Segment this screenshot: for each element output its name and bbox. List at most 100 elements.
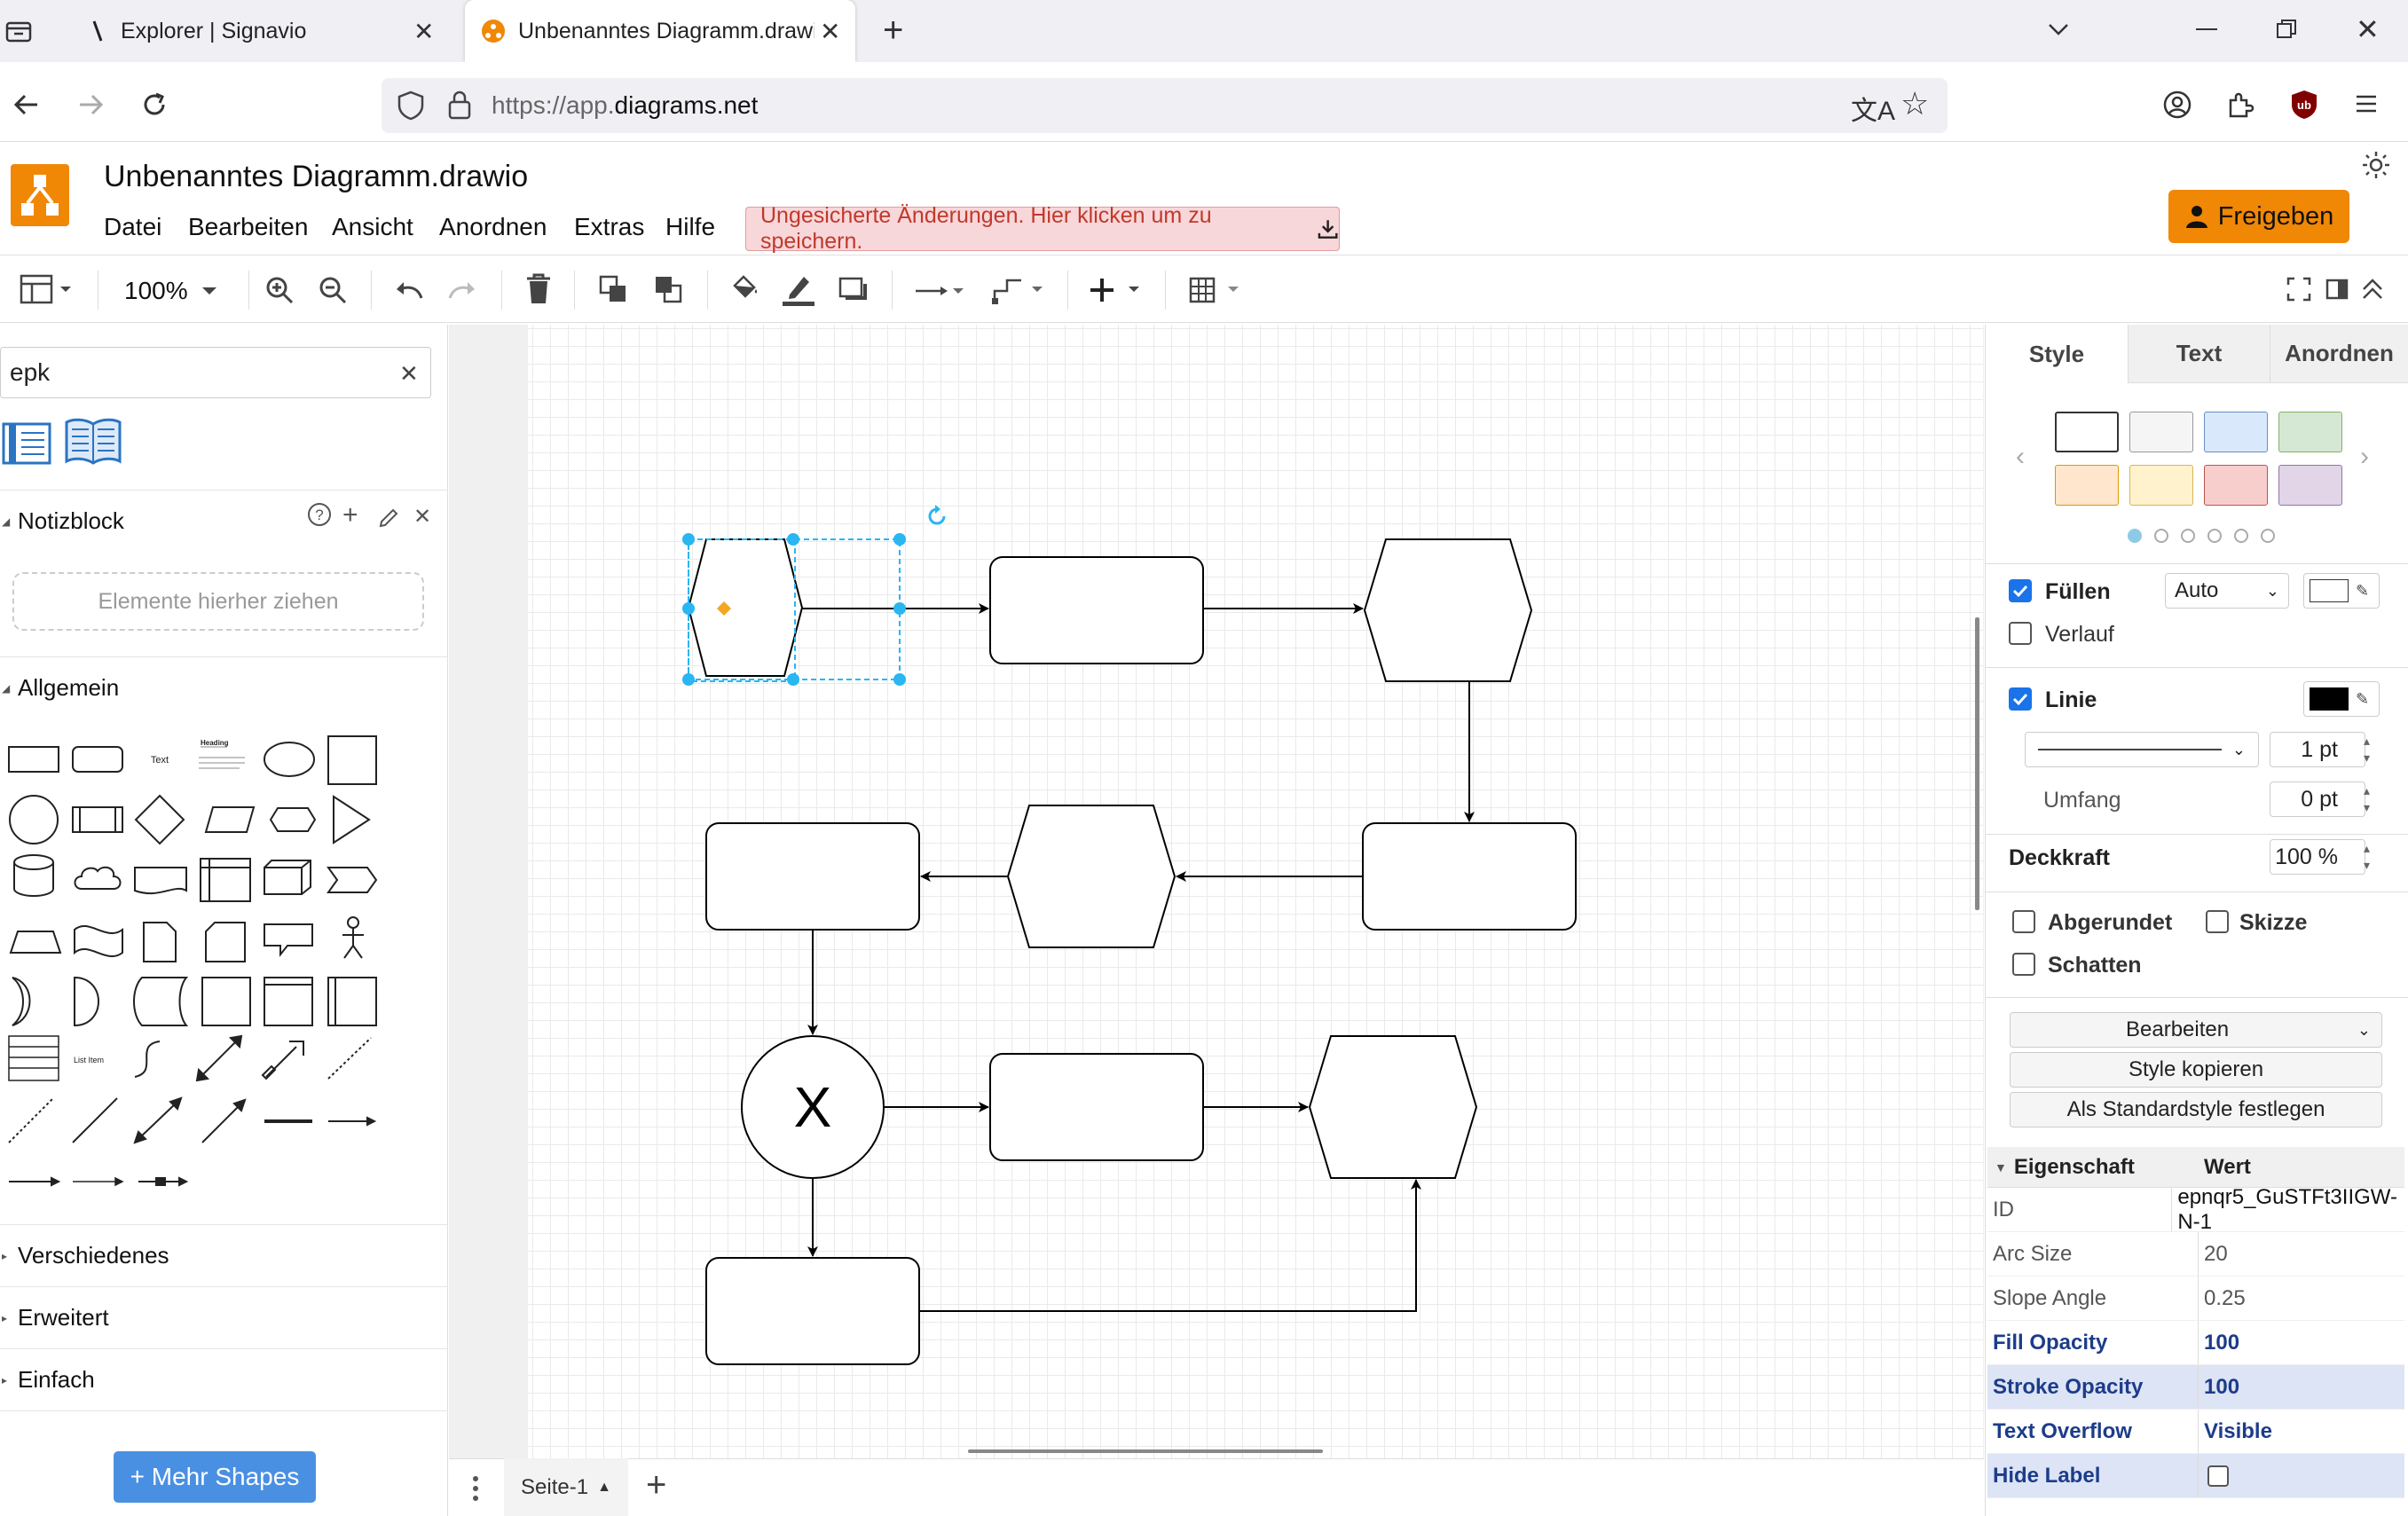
close-window-icon[interactable]: ✕: [2356, 12, 2380, 46]
hamburger-menu-icon[interactable]: [2353, 90, 2380, 117]
swatches-next-icon[interactable]: ›: [2360, 442, 2369, 472]
undo-icon[interactable]: [393, 277, 425, 303]
property-value[interactable]: 100: [2199, 1321, 2404, 1364]
line-color-picker[interactable]: ✎: [2303, 681, 2380, 717]
help-icon[interactable]: ?: [307, 502, 332, 527]
property-row[interactable]: Slope Angle 0.25: [1987, 1276, 2404, 1321]
close-tab-icon[interactable]: ✕: [413, 17, 434, 46]
fill-mode-select[interactable]: Auto ⌄: [2165, 573, 2289, 609]
share-button[interactable]: Freigeben: [2168, 190, 2349, 243]
collapse-triangle-icon[interactable]: ▼: [1995, 1160, 2007, 1174]
chevron-down-icon[interactable]: [2045, 16, 2072, 43]
gradient-checkbox[interactable]: [2009, 622, 2032, 645]
edit-pencil-icon[interactable]: [378, 507, 399, 529]
zoom-level[interactable]: 100%: [124, 277, 188, 305]
unsaved-changes-button[interactable]: Ungesicherte Änderungen. Hier klicken um…: [745, 203, 1340, 254]
close-scratchpad-icon[interactable]: ✕: [413, 504, 431, 530]
spinner-icon[interactable]: ▴ ▾: [2364, 840, 2370, 874]
spinner-icon[interactable]: ▴ ▾: [2364, 733, 2370, 766]
to-front-icon[interactable]: [599, 275, 629, 305]
menu-datei[interactable]: Datei: [104, 213, 161, 241]
reload-icon[interactable]: [138, 89, 170, 121]
minimize-icon[interactable]: [2196, 28, 2217, 30]
chevron-up-icon[interactable]: ▲: [597, 1480, 611, 1496]
set-default-style-button[interactable]: Als Standardstyle festlegen: [2010, 1092, 2382, 1127]
swatch-white[interactable]: [2055, 412, 2119, 452]
hide-label-checkbox[interactable]: [2207, 1465, 2229, 1487]
connection-style-icon[interactable]: [914, 279, 967, 303]
property-row[interactable]: Fill Opacity 100: [1987, 1321, 2404, 1365]
new-tab-icon[interactable]: +: [883, 11, 903, 51]
swatch-red[interactable]: [2204, 465, 2268, 506]
section-misc-header[interactable]: ▸ Verschiedenes: [0, 1224, 448, 1286]
redo-icon[interactable]: [446, 277, 478, 303]
swatch-orange[interactable]: [2055, 465, 2119, 506]
rounded-checkbox[interactable]: [2012, 910, 2035, 933]
zoom-dropdown-icon[interactable]: [201, 284, 218, 298]
swatch-green[interactable]: [2278, 412, 2342, 452]
property-row[interactable]: ID epnqr5_GuSTFt3IIGW-N-1: [1987, 1185, 2404, 1234]
menu-ansicht[interactable]: Ansicht: [332, 213, 413, 241]
swatch-blue[interactable]: [2204, 412, 2268, 452]
format-panel-toggle-icon[interactable]: [20, 273, 78, 305]
shield-icon[interactable]: [396, 90, 426, 122]
spinner-icon[interactable]: ▴ ▾: [2364, 782, 2370, 816]
tab-arrange[interactable]: Anordnen: [2270, 325, 2408, 383]
extensions-icon[interactable]: [2225, 90, 2255, 120]
close-tab-icon[interactable]: ✕: [820, 17, 840, 46]
section-general-header[interactable]: ◢ Allgemein: [0, 656, 448, 719]
document-title[interactable]: Unbenanntes Diagramm.drawio: [104, 160, 528, 194]
property-row[interactable]: Arc Size 20: [1987, 1232, 2404, 1276]
line-color-icon[interactable]: [781, 271, 816, 307]
toggle-format-panel-icon[interactable]: [2325, 277, 2349, 302]
menu-bearbeiten[interactable]: Bearbeiten: [188, 213, 308, 241]
theme-toggle-icon[interactable]: [2360, 149, 2392, 181]
copy-style-button[interactable]: Style kopieren: [2010, 1052, 2382, 1088]
line-checkbox[interactable]: [2009, 687, 2032, 711]
waypoint-style-icon[interactable]: [991, 275, 1046, 305]
back-icon[interactable]: [11, 89, 43, 121]
line-width-input[interactable]: 1 pt: [2270, 732, 2365, 767]
account-icon[interactable]: [2162, 90, 2192, 120]
bookmark-star-icon[interactable]: ☆: [1900, 85, 1929, 122]
perimeter-input[interactable]: 0 pt: [2270, 782, 2365, 817]
property-value[interactable]: 100: [2199, 1365, 2404, 1409]
swatch-page-dots[interactable]: [2128, 529, 2275, 543]
browser-tab-signavio[interactable]: Explorer | Signavio ✕: [60, 0, 451, 62]
fill-checkbox[interactable]: [2009, 579, 2032, 602]
menu-extras[interactable]: Extras: [574, 213, 644, 241]
swatch-yellow[interactable]: [2129, 465, 2193, 506]
property-value[interactable]: Visible: [2199, 1410, 2404, 1453]
zoom-in-icon[interactable]: [264, 275, 295, 305]
restore-icon[interactable]: [2275, 18, 2298, 41]
to-back-icon[interactable]: [654, 275, 684, 305]
tab-style[interactable]: Style: [1986, 325, 2128, 383]
property-row[interactable]: Hide Label: [1987, 1454, 2404, 1498]
menu-anordnen[interactable]: Anordnen: [439, 213, 547, 241]
shape-search-input[interactable]: epk: [0, 347, 431, 398]
fill-color-icon[interactable]: [729, 271, 761, 305]
fullscreen-icon[interactable]: [2286, 277, 2311, 302]
clear-search-icon[interactable]: ✕: [399, 360, 419, 388]
swatch-purple[interactable]: [2278, 465, 2342, 506]
shadow-checkbox[interactable]: [2012, 953, 2035, 976]
shadow-icon[interactable]: [838, 275, 869, 305]
section-basic-header[interactable]: ▸ Einfach: [0, 1348, 448, 1410]
property-value[interactable]: 20: [2199, 1232, 2404, 1276]
property-row[interactable]: Stroke Opacity 100: [1987, 1365, 2404, 1410]
tab-text[interactable]: Text: [2128, 325, 2270, 383]
lock-icon[interactable]: [446, 89, 473, 121]
table-icon[interactable]: [1189, 275, 1246, 305]
forward-icon[interactable]: [75, 89, 106, 121]
opacity-input[interactable]: 100 %: [2270, 839, 2365, 875]
swatches-prev-icon[interactable]: ‹: [2016, 442, 2025, 472]
ublock-icon[interactable]: ub: [2289, 89, 2319, 121]
property-value[interactable]: [2199, 1454, 2404, 1497]
browser-tab-drawio[interactable]: Unbenanntes Diagramm.drawio ✕: [465, 0, 855, 62]
property-row[interactable]: Text Overflow Visible: [1987, 1410, 2404, 1454]
pages-menu-icon[interactable]: [470, 1474, 481, 1503]
edit-style-dropdown[interactable]: Bearbeiten ⌄: [2010, 1012, 2382, 1048]
shape-result-open-book-icon[interactable]: [64, 417, 122, 467]
tab-list-icon[interactable]: [4, 16, 34, 46]
insert-plus-icon[interactable]: [1090, 275, 1146, 305]
